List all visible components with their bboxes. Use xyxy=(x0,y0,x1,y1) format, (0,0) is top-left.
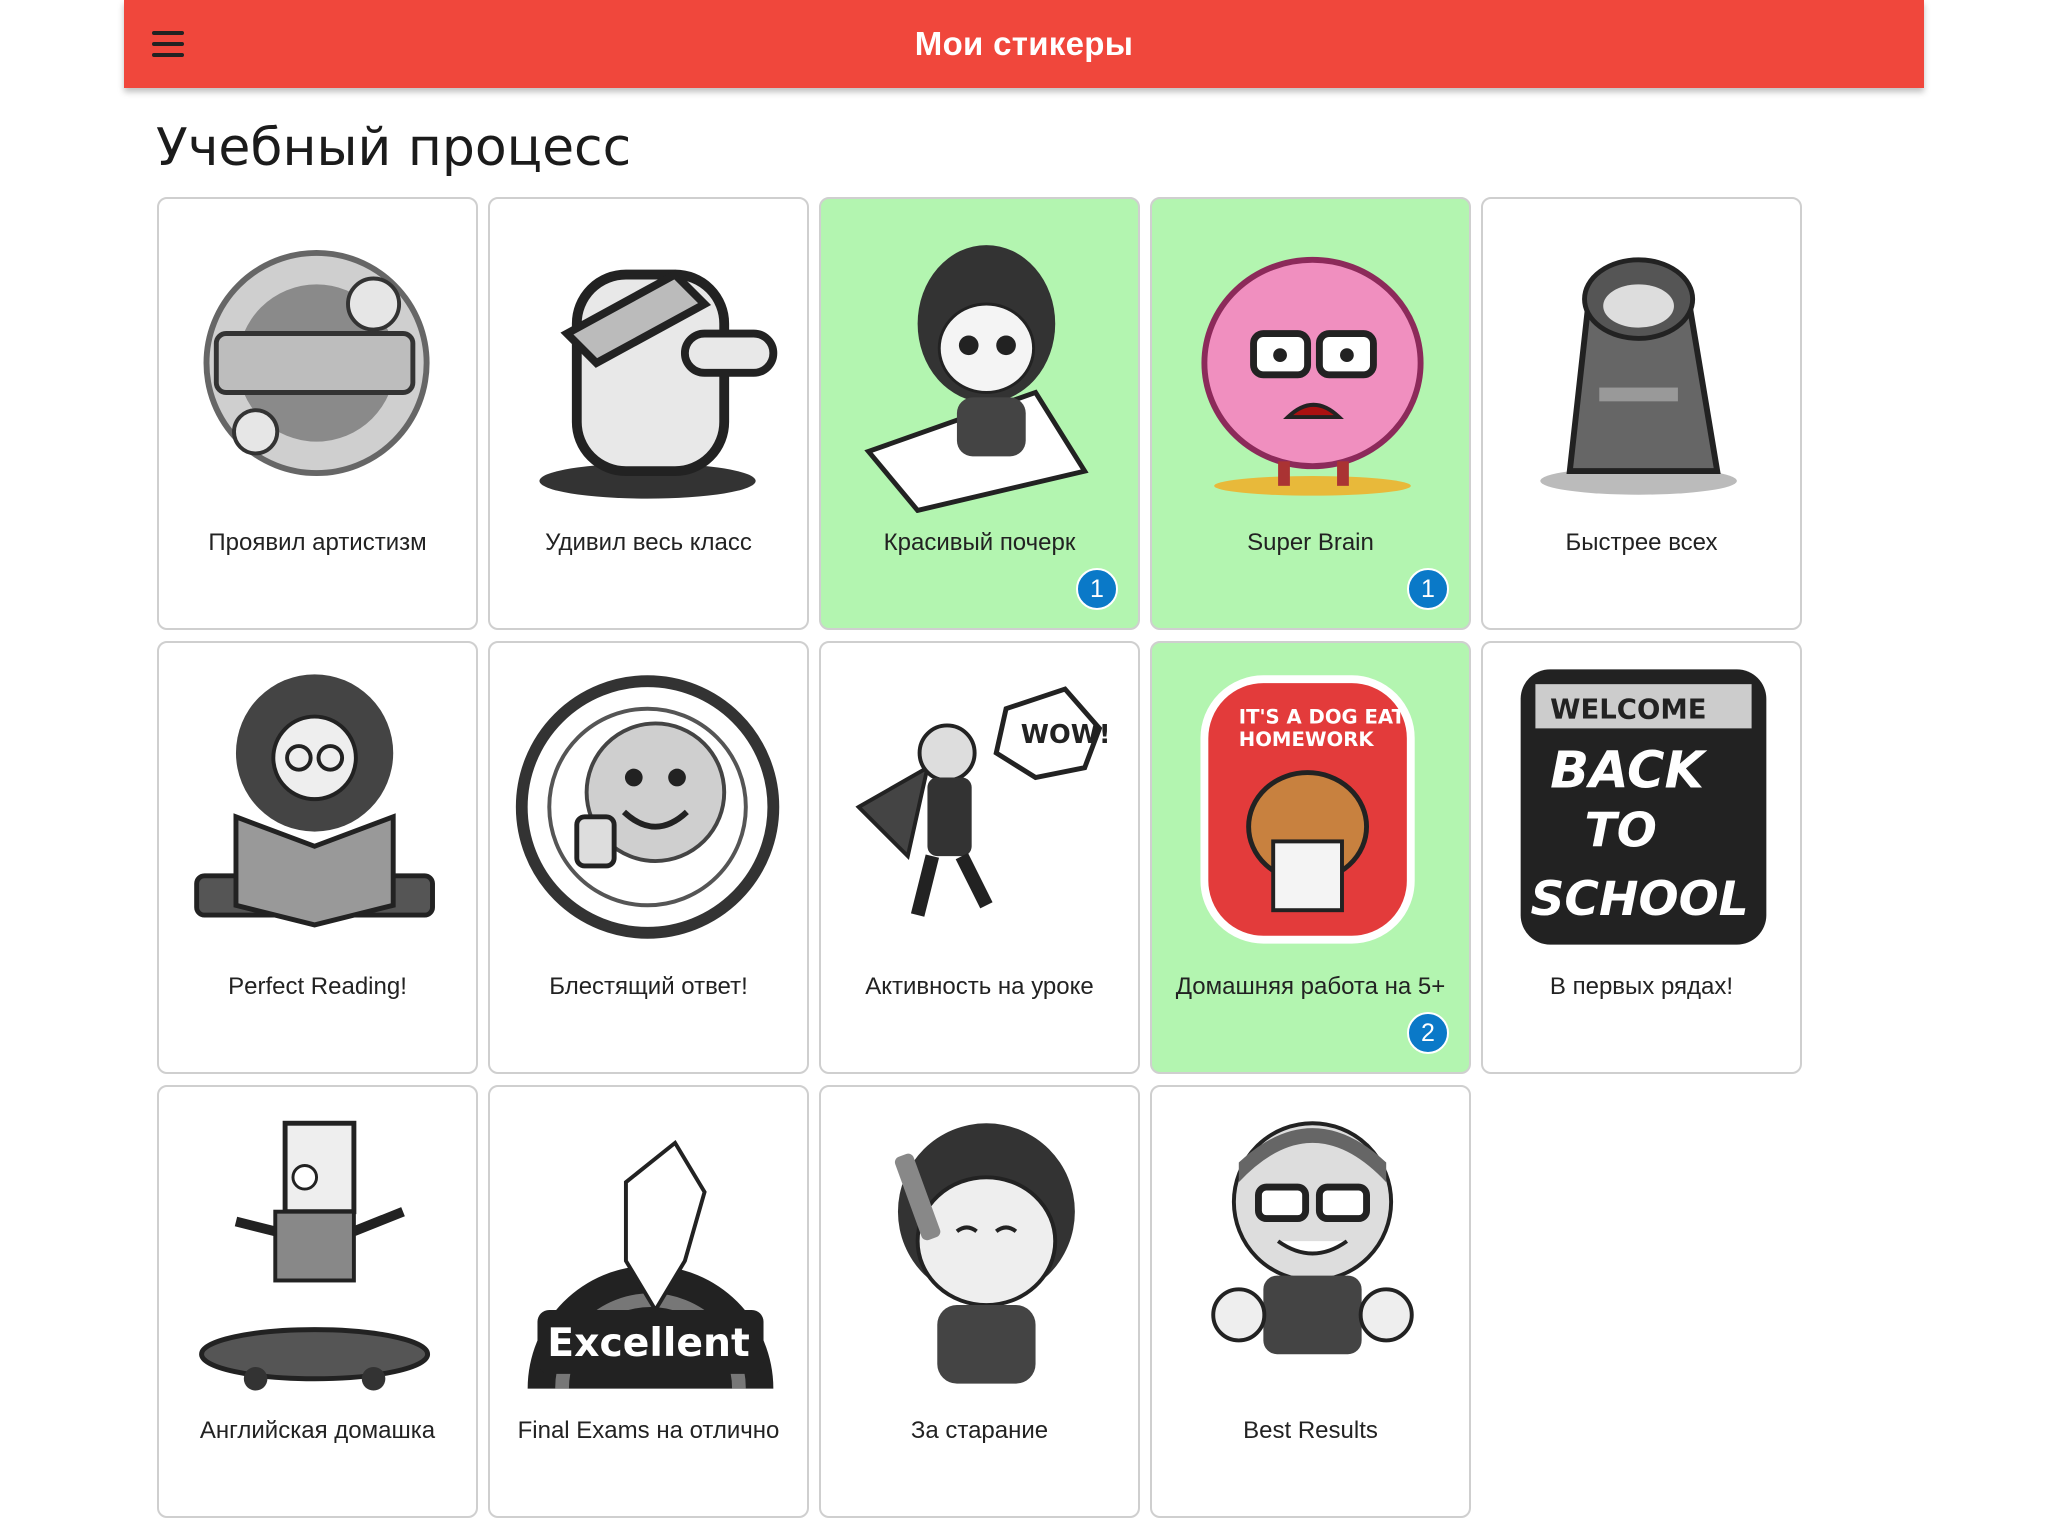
sticker-label: Super Brain xyxy=(1247,529,1374,556)
welcome-back-to-school-sticker-icon: WELCOME BACK TO SCHOOL xyxy=(1501,657,1786,957)
svg-text:IT'S A DOG EAT: IT'S A DOG EAT xyxy=(1239,705,1406,728)
sticker-label: Perfect Reading! xyxy=(228,973,407,1000)
sticker-card[interactable]: Best Results xyxy=(1150,1085,1471,1518)
sticker-card[interactable]: Perfect Reading! xyxy=(157,641,478,1074)
sticker-card[interactable]: Удивил весь класс xyxy=(488,197,809,630)
sticker-card[interactable]: Быстрее всех xyxy=(1481,197,1802,630)
sticker-card[interactable]: Блестящий ответ! xyxy=(488,641,809,1074)
sticker-label: Активность на уроке xyxy=(865,973,1094,1000)
sticker-label: За старание xyxy=(910,1417,1049,1444)
dabbing-bulldog-sticker-icon xyxy=(508,213,793,513)
sticker-label: В первых рядах! xyxy=(1549,973,1734,1000)
section-title: Учебный процесс xyxy=(156,118,632,178)
svg-text:SCHOOL: SCHOOL xyxy=(1530,872,1748,927)
sticker-label: Быстрее всех xyxy=(1565,529,1718,556)
app-bar: Мои стикеры xyxy=(124,0,1924,88)
brain-with-glasses-sticker-icon xyxy=(1170,213,1455,513)
sticker-card[interactable]: WELCOME BACK TO SCHOOL В первых рядах! xyxy=(1481,641,1802,1074)
dog-eat-homework-sticker-icon: IT'S A DOG EAT HOMEWORK xyxy=(1170,657,1455,957)
sticker-card[interactable]: За старание xyxy=(819,1085,1140,1518)
hamburger-menu-icon[interactable] xyxy=(152,26,188,62)
thinking-boy-sticker-icon xyxy=(839,1101,1124,1401)
sticker-count-badge: 2 xyxy=(1407,1012,1449,1054)
svg-text:HOMEWORK: HOMEWORK xyxy=(1239,728,1375,751)
sticker-card[interactable]: Красивый почерк 1 xyxy=(819,197,1140,630)
superhero-wow-sticker-icon: WOW! xyxy=(839,657,1124,957)
excellent-unicorn-sticker-icon: Excellent xyxy=(508,1101,793,1401)
sloth-flash-sticker-icon xyxy=(1501,213,1786,513)
sticker-card[interactable]: IT'S A DOG EAT HOMEWORK Домашняя работа … xyxy=(1150,641,1471,1074)
thumbs-up-boy-sticker-icon xyxy=(1170,1101,1455,1401)
sticker-card[interactable]: Английская домашка xyxy=(157,1085,478,1518)
sticker-label: Красивый почерк xyxy=(883,529,1076,556)
svg-text:BACK: BACK xyxy=(1550,741,1707,800)
svg-text:Excellent: Excellent xyxy=(547,1321,749,1366)
app-title: Мои стикеры xyxy=(914,25,1134,62)
skateboarder-sticker-icon xyxy=(177,1101,462,1401)
make-it-pop-sticker-icon xyxy=(177,213,462,513)
sticker-label: Удивил весь класс xyxy=(545,529,752,556)
girl-reading-book-sticker-icon xyxy=(177,657,462,957)
sticker-label: Домашняя работа на 5+ xyxy=(1175,973,1446,1000)
anime-girl-writing-sticker-icon xyxy=(839,213,1124,513)
excellent-work-smiley-sticker-icon xyxy=(508,657,793,957)
sticker-count-badge: 1 xyxy=(1076,568,1118,610)
sticker-label: Проявил артистизм xyxy=(208,529,427,556)
sticker-card[interactable]: WOW! Активность на уроке xyxy=(819,641,1140,1074)
sticker-label: Английская домашка xyxy=(199,1417,436,1444)
svg-text:TO: TO xyxy=(1585,803,1657,858)
sticker-card[interactable]: Проявил артистизм xyxy=(157,197,478,630)
sticker-label: Блестящий ответ! xyxy=(549,973,748,1000)
svg-text:WOW!: WOW! xyxy=(1021,720,1111,750)
sticker-card[interactable]: Excellent Final Exams на отлично xyxy=(488,1085,809,1518)
sticker-label: Best Results xyxy=(1243,1417,1378,1444)
svg-text:WELCOME: WELCOME xyxy=(1550,694,1706,726)
sticker-label: Final Exams на отлично xyxy=(517,1417,780,1444)
sticker-card[interactable]: Super Brain 1 xyxy=(1150,197,1471,630)
sticker-grid: Проявил артистизм Удивил весь класс Крас… xyxy=(157,197,1802,1518)
sticker-count-badge: 1 xyxy=(1407,568,1449,610)
